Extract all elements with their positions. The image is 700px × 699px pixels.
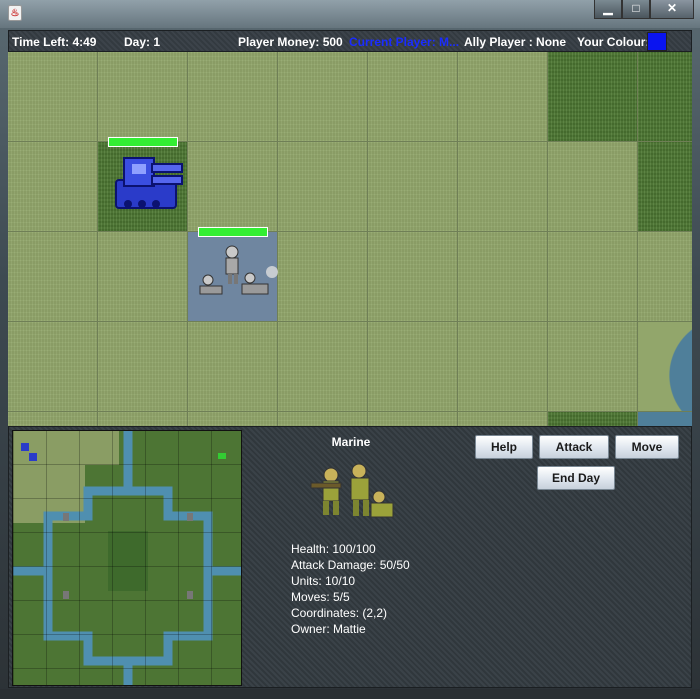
- current-player-label: Current Player: M...: [349, 35, 459, 49]
- end-day-button[interactable]: End Day: [537, 466, 615, 490]
- help-button[interactable]: Help: [475, 435, 533, 459]
- player-money-label: Player Money: 500: [238, 35, 343, 49]
- selected-unit-name: Marine: [331, 435, 371, 449]
- tank-icon[interactable]: [112, 150, 188, 214]
- map-tile[interactable]: [458, 322, 548, 412]
- marine-portrait-icon: [310, 463, 394, 518]
- marine-health-bar: [198, 227, 268, 237]
- map-tile[interactable]: [368, 412, 458, 426]
- map-tile[interactable]: [458, 142, 548, 232]
- map-tile[interactable]: [458, 412, 548, 426]
- map-tile[interactable]: [98, 322, 188, 412]
- map-tile[interactable]: [98, 412, 188, 426]
- map-tile[interactable]: [188, 52, 278, 142]
- map-tile-water[interactable]: [638, 322, 692, 412]
- map-tile[interactable]: [188, 322, 278, 412]
- map-tile[interactable]: [368, 52, 458, 142]
- stat-health: Health: 100/100: [291, 542, 376, 556]
- attack-button[interactable]: Attack: [539, 435, 609, 459]
- day-label: Day: 1: [124, 35, 161, 49]
- unit-info-panel: Marine Health: 100/100 Attack Damage: 50…: [8, 426, 692, 688]
- map-tile[interactable]: [458, 52, 548, 142]
- stat-attack-damage: Attack Damage: 50/50: [291, 558, 410, 572]
- map-tile[interactable]: [98, 52, 188, 142]
- map-tile[interactable]: [278, 142, 368, 232]
- java-icon: ♨: [8, 5, 22, 21]
- map-tile[interactable]: [548, 232, 638, 322]
- window-bottom-frame: [0, 689, 700, 699]
- stat-owner: Owner: Mattie: [291, 622, 366, 636]
- tank-health-bar: [108, 137, 178, 147]
- marine-squad-icon[interactable]: [192, 242, 282, 304]
- map-tile-forest[interactable]: [548, 52, 638, 142]
- map-tile[interactable]: [8, 322, 98, 412]
- move-button[interactable]: Move: [615, 435, 679, 459]
- map-tile[interactable]: [8, 52, 98, 142]
- close-button[interactable]: ✕: [650, 0, 694, 19]
- your-colour-label: Your Colour:: [577, 35, 650, 49]
- map-tile[interactable]: [8, 412, 98, 426]
- minimap[interactable]: [12, 430, 242, 686]
- map-tile[interactable]: [188, 412, 278, 426]
- window-controls: ▁ □ ✕: [594, 0, 694, 19]
- map-tile-forest[interactable]: [638, 142, 692, 232]
- minimize-button[interactable]: ▁: [594, 0, 622, 19]
- time-left-label: Time Left: 4:49: [12, 35, 97, 49]
- map-tile[interactable]: [278, 232, 368, 322]
- player-colour-swatch: [647, 32, 667, 51]
- map-tile-forest[interactable]: [548, 412, 638, 426]
- map-tile[interactable]: [278, 322, 368, 412]
- map-tile[interactable]: [8, 142, 98, 232]
- map-tile-water[interactable]: [638, 412, 692, 426]
- map-tile[interactable]: [278, 52, 368, 142]
- map-tile[interactable]: [548, 322, 638, 412]
- stat-moves: Moves: 5/5: [291, 590, 350, 604]
- stat-coordinates: Coordinates: (2,2): [291, 606, 388, 620]
- map-tile-forest[interactable]: [638, 52, 692, 142]
- map-tile[interactable]: [8, 232, 98, 322]
- map-tile[interactable]: [368, 322, 458, 412]
- map-tile[interactable]: [458, 232, 548, 322]
- map-tile[interactable]: [368, 232, 458, 322]
- map-tile[interactable]: [638, 232, 692, 322]
- ally-player-label: Ally Player : None: [464, 35, 567, 49]
- map-tile[interactable]: [98, 232, 188, 322]
- map-tile[interactable]: [548, 142, 638, 232]
- window-titlebar: ♨ ▁ □ ✕: [0, 0, 700, 28]
- stat-units: Units: 10/10: [291, 574, 356, 588]
- game-map[interactable]: [8, 52, 692, 426]
- unit-stats: Health: 100/100 Attack Damage: 50/50 Uni…: [291, 541, 410, 637]
- map-tile[interactable]: [188, 142, 278, 232]
- map-tile[interactable]: [278, 412, 368, 426]
- map-tile[interactable]: [368, 142, 458, 232]
- minimap-grid: [13, 431, 241, 685]
- maximize-button[interactable]: □: [622, 0, 650, 19]
- status-bar: Time Left: 4:49 Day: 1 Player Money: 500…: [8, 30, 692, 52]
